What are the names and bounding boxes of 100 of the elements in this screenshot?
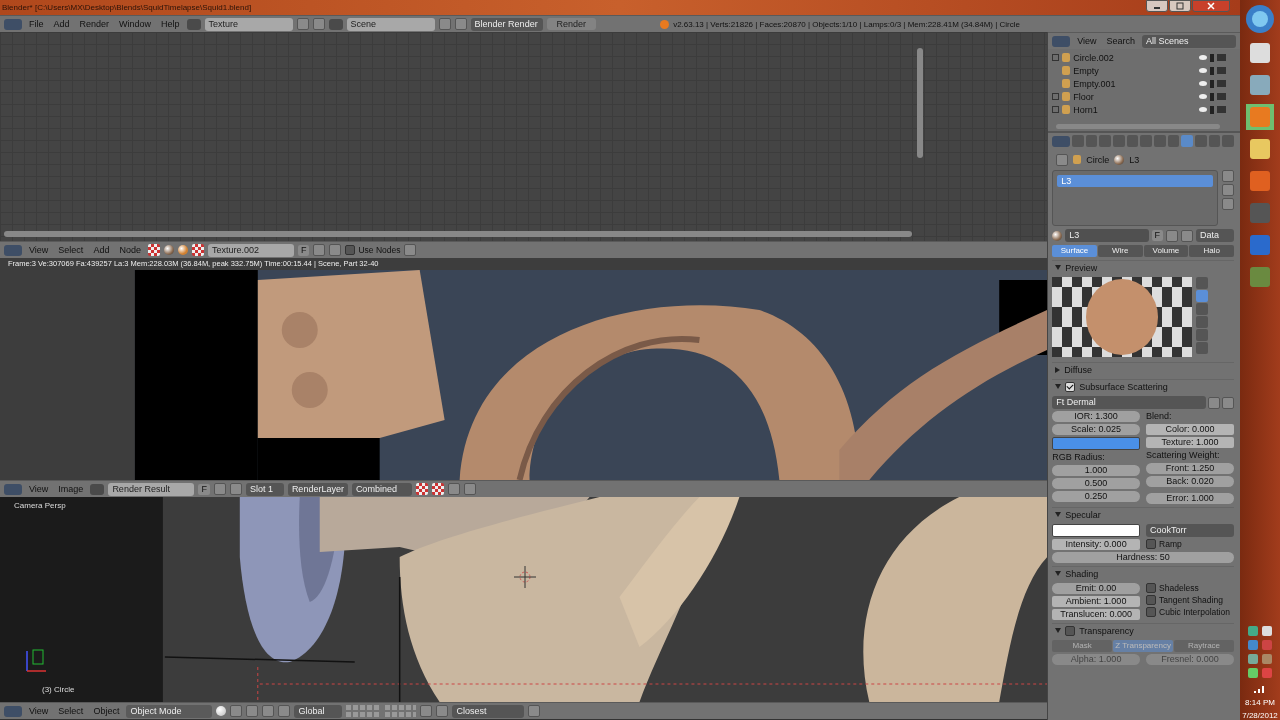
outliner-row[interactable]: Empty [1048,64,1240,77]
panel-title[interactable]: Specular [1065,509,1101,520]
menu-item[interactable]: File [26,19,47,29]
start-button[interactable] [1245,4,1275,34]
menu-item[interactable]: View [26,245,52,255]
snap-icon[interactable] [436,705,449,717]
clock-date[interactable]: 7/28/2012 [1242,711,1278,720]
fake-user-button[interactable]: F [1151,230,1163,241]
editor-type-icon[interactable] [4,18,22,30]
texture-name-field[interactable]: Texture.002 [207,243,294,257]
render-layer-dropdown[interactable]: RenderLayer [287,482,348,496]
close-icon[interactable] [229,483,242,495]
outliner-row[interactable]: Empty.001 [1048,77,1240,90]
slot-dropdown[interactable]: Slot 1 [245,482,284,496]
menu-item[interactable]: Object [90,706,123,716]
menu-item[interactable]: Help [158,19,183,29]
menu-item[interactable]: View [26,706,52,716]
disclosure-icon[interactable] [1055,366,1061,373]
context-tab-icon[interactable] [1167,135,1180,147]
context-tab-icon[interactable] [1154,135,1166,147]
menu-item[interactable]: Select [55,245,87,255]
number-field[interactable]: 1.000 [1052,465,1141,476]
color-swatch[interactable] [1052,437,1141,450]
context-tab-icon[interactable] [1181,135,1194,147]
disclosure-icon[interactable] [1055,512,1062,517]
menu-item[interactable]: Render [76,19,113,29]
preview-shape-icon[interactable] [1196,316,1209,328]
close-icon[interactable] [312,18,325,30]
remove-icon[interactable] [1222,184,1234,196]
expand-icon[interactable] [1052,93,1060,100]
dropdown-icon[interactable] [1222,198,1234,210]
scene-field[interactable]: Scene [346,17,435,31]
breadcrumb-item[interactable]: Circle [1086,154,1110,165]
snap-target-dropdown[interactable]: Closest [452,704,525,718]
add-icon[interactable] [1166,229,1178,242]
expand-icon[interactable] [1052,54,1060,61]
number-field[interactable]: Error: 1.000 [1146,493,1234,504]
menu-item[interactable]: Select [55,706,87,716]
panel-title[interactable]: Transparency [1079,625,1134,636]
material-icon[interactable] [1052,230,1063,241]
outliner-row[interactable]: Circle.002 [1048,51,1240,64]
clock-time[interactable]: 8:14 PM [1245,698,1275,707]
menu-item[interactable]: Add [50,19,73,29]
close-icon[interactable] [329,244,342,256]
checkbox[interactable] [1146,583,1157,593]
transparency-mode-tab[interactable]: Raytrace [1174,640,1234,652]
add-icon[interactable] [313,244,326,256]
material-type-tab[interactable]: Surface [1052,245,1097,257]
menu-item[interactable]: View [26,484,52,494]
context-tab-icon[interactable] [1085,135,1098,147]
number-field[interactable]: 0.500 [1052,478,1141,489]
curve-icon[interactable] [463,483,476,495]
grid-icon[interactable] [404,244,417,256]
context-tab-icon[interactable] [1099,135,1112,147]
number-field[interactable]: Front: 1.250 [1146,463,1234,474]
render-button[interactable]: Render [546,18,597,30]
menu-item[interactable]: Add [90,245,113,255]
checkbox[interactable] [1065,381,1076,392]
number-field[interactable]: Fresnel: 0.000 [1146,654,1234,665]
rotate-icon[interactable] [278,705,291,717]
menu-item[interactable]: Node [116,245,144,255]
image-name-field[interactable]: Render Result [108,482,195,496]
context-tab-icon[interactable] [1195,135,1207,147]
add-icon[interactable] [1222,170,1234,182]
sphere-icon[interactable] [177,245,188,255]
disclosure-icon[interactable] [1055,265,1062,270]
checker-icon[interactable] [415,483,428,495]
editor-type-icon[interactable] [4,705,22,717]
layout-icon[interactable] [186,18,201,30]
expand-icon[interactable] [1052,106,1060,113]
checkbox[interactable] [1065,625,1076,636]
panel-title[interactable]: Subsurface Scattering [1079,381,1168,392]
checkbox[interactable] [1146,607,1157,617]
orientation-dropdown[interactable]: Global [294,704,343,718]
menu-item[interactable]: Image [55,484,87,494]
render-pass-dropdown[interactable]: Combined [351,482,412,496]
layout-field[interactable]: Texture [204,17,293,31]
image-icon[interactable] [90,483,105,495]
number-field[interactable]: Ambient: 1.000 [1052,596,1141,607]
preview-shape-icon[interactable] [1196,303,1209,315]
lock-icon[interactable] [420,705,433,717]
menu-item[interactable]: Search [1103,36,1139,46]
material-type-tab[interactable]: Wire [1097,245,1143,257]
outliner-row[interactable]: Floor [1048,90,1240,103]
link-dropdown[interactable]: Data [1196,229,1234,242]
checker-icon[interactable] [191,244,204,256]
editor-type-icon[interactable] [4,483,22,495]
number-field[interactable]: Back: 0.020 [1146,476,1234,487]
color-swatch[interactable] [1052,524,1141,537]
fake-user-button[interactable]: F [198,483,210,495]
context-tab-icon[interactable] [1222,135,1235,147]
fake-user-button[interactable]: F [297,244,310,256]
remove-icon[interactable] [1222,396,1234,409]
mode-dropdown[interactable]: Object Mode [126,704,213,718]
context-tab-icon[interactable] [1072,135,1084,147]
preview-shape-icon[interactable] [1196,329,1209,341]
preset-dropdown[interactable]: Ft Dermal [1052,396,1206,409]
material-type-tab[interactable]: Halo [1189,245,1235,257]
add-icon[interactable] [213,483,226,495]
layers-icon[interactable] [346,705,417,717]
